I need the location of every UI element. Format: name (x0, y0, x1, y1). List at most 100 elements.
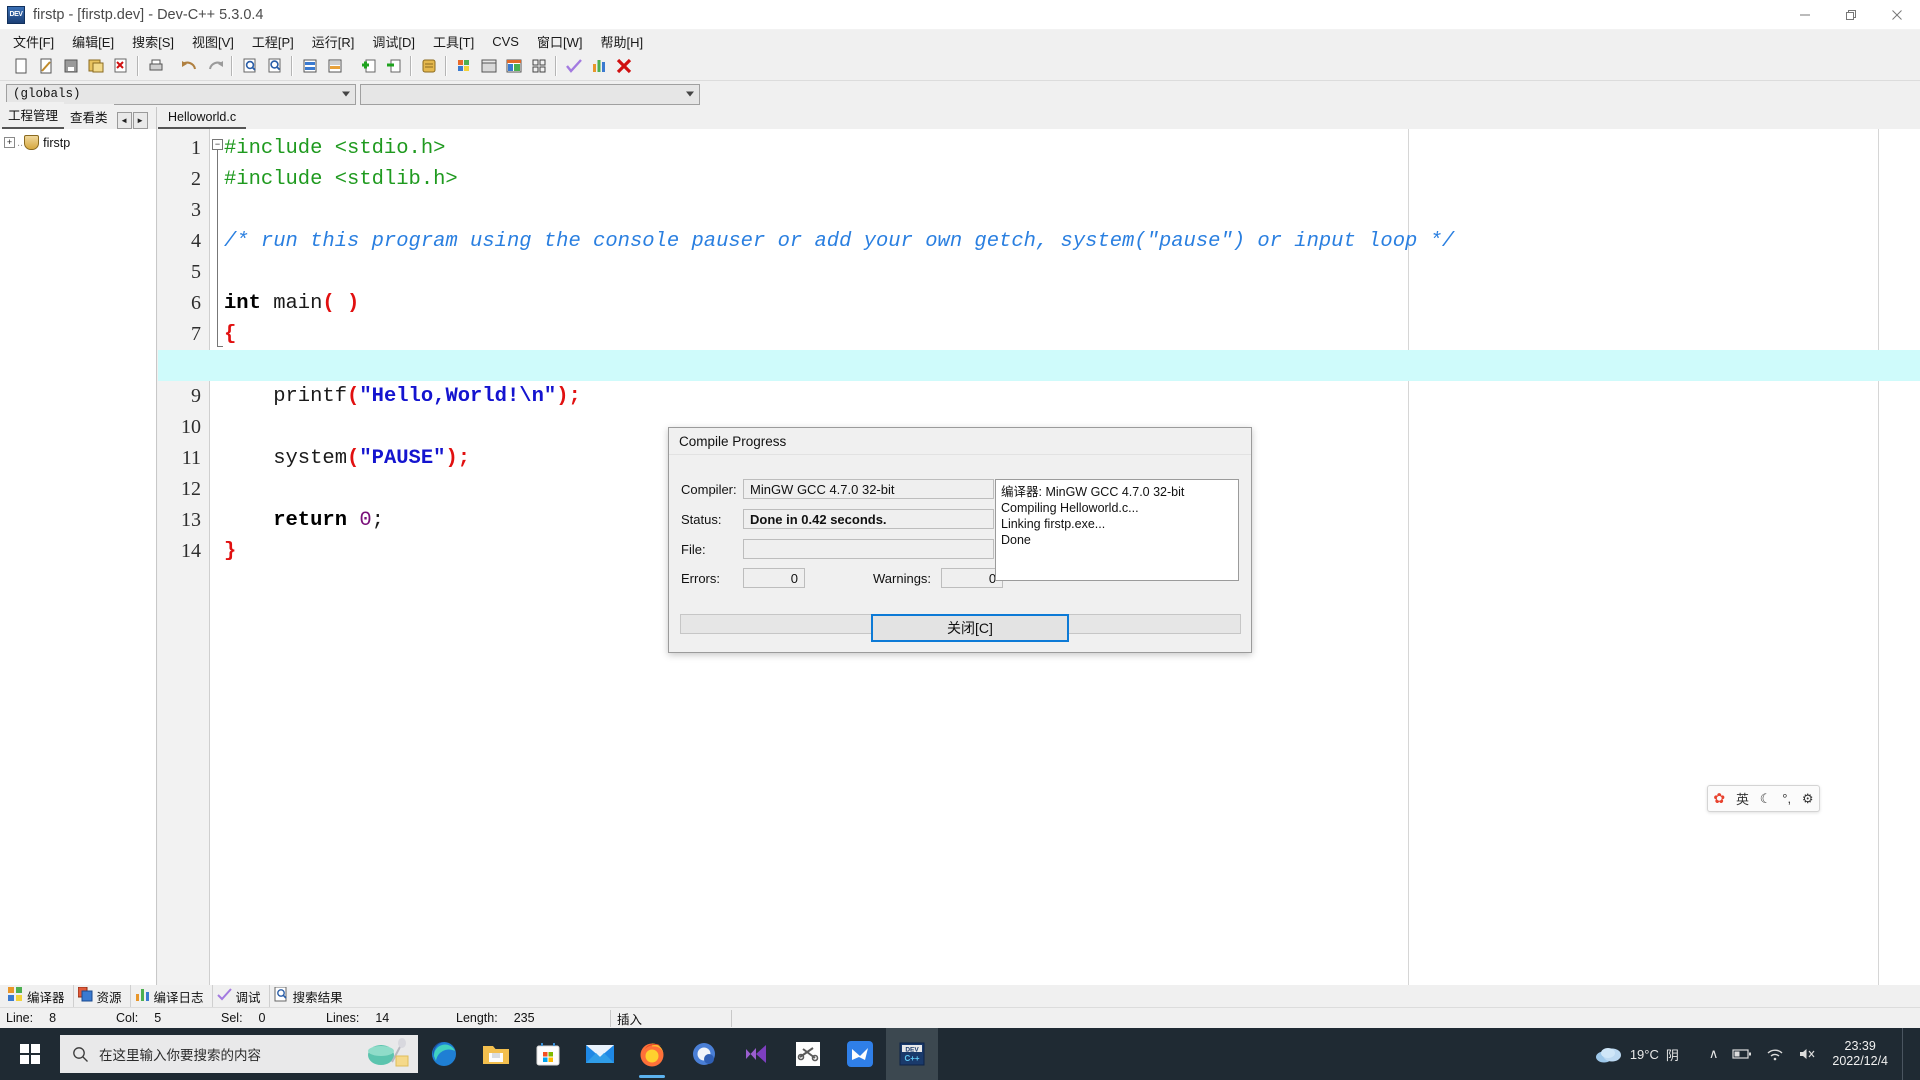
ime-settings-gear-icon[interactable]: ⚙ (1802, 791, 1814, 807)
code-line[interactable]: #include <stdlib.h> (224, 164, 458, 195)
taskbar-bird-icon[interactable] (834, 1028, 886, 1080)
dialog-close-button[interactable]: 关闭[C] (871, 614, 1069, 642)
bottom-tab-compile-log[interactable]: 编译日志 (131, 984, 213, 1008)
code-line[interactable]: system("PAUSE"); (224, 443, 470, 474)
bottom-tab-compiler[interactable]: 编译器 (4, 984, 74, 1008)
save-file-icon[interactable] (59, 55, 82, 78)
symbol-combo[interactable] (360, 83, 700, 105)
add-to-project-icon[interactable] (357, 55, 380, 78)
tab-class-browser[interactable]: 查看类 (64, 104, 114, 129)
undo-icon[interactable] (178, 55, 201, 78)
ime-floating-bar[interactable]: ✿ 英 ☾ °, ⚙ (1707, 785, 1820, 812)
code-folding-column[interactable]: − (210, 129, 224, 985)
code-line[interactable]: #include <stdio.h> (224, 133, 445, 164)
clock-date: 2022/12/4 (1832, 1054, 1888, 1068)
run-icon[interactable] (477, 55, 500, 78)
menu-run[interactable]: 运行[R] (303, 30, 364, 53)
start-button[interactable] (0, 1028, 60, 1080)
menu-help[interactable]: 帮助[H] (591, 30, 652, 53)
remove-from-project-icon[interactable] (382, 55, 405, 78)
project-options-icon[interactable] (417, 55, 440, 78)
code-line[interactable]: int main( ) (224, 288, 359, 319)
taskbar-mail-icon[interactable] (574, 1028, 626, 1080)
syntax-check-icon[interactable] (562, 55, 585, 78)
print-icon[interactable] (144, 55, 167, 78)
new-file-icon[interactable] (9, 55, 32, 78)
goto-line-icon[interactable] (298, 55, 321, 78)
menu-project[interactable]: 工程[P] (243, 30, 303, 53)
taskbar-cooking-icon[interactable] (366, 1038, 410, 1075)
save-all-icon[interactable] (84, 55, 107, 78)
status-col-label: Col: (116, 1011, 139, 1025)
wifi-icon[interactable] (1766, 1047, 1784, 1061)
code-line[interactable]: } (224, 536, 236, 567)
bottom-tab-search-results[interactable]: 搜索结果 (270, 985, 351, 1008)
desktop-root: DEV firstp - [firstp.dev] - Dev-C++ 5.3.… (0, 0, 1920, 1080)
redo-icon[interactable] (203, 55, 226, 78)
menu-cvs[interactable]: CVS (483, 32, 528, 51)
project-tree: + .. firstp (0, 129, 156, 985)
ime-punctuation-icon[interactable]: °, (1782, 791, 1791, 806)
taskbar-file-explorer-icon[interactable] (470, 1028, 522, 1080)
check-icon (216, 987, 232, 1005)
expand-node-button[interactable]: + (4, 137, 15, 148)
menu-file[interactable]: 文件[F] (4, 30, 63, 53)
editor-tab-helloworld-c[interactable]: Helloworld.c (158, 107, 247, 129)
taskbar-search-placeholder: 在这里输入你要搜索的内容 (99, 1048, 261, 1063)
menu-edit[interactable]: 编辑[E] (63, 30, 123, 53)
menu-window[interactable]: 窗口[W] (528, 30, 592, 53)
compile-icon[interactable] (452, 55, 475, 78)
open-file-icon[interactable] (34, 55, 57, 78)
menu-tools[interactable]: 工具[T] (424, 30, 483, 53)
volume-muted-icon[interactable] (1798, 1047, 1818, 1061)
minimize-button[interactable] (1782, 0, 1828, 30)
tab-project-manager[interactable]: 工程管理 (2, 102, 65, 129)
ime-moon-icon[interactable]: ☾ (1760, 791, 1772, 807)
delete-profile-icon[interactable] (612, 55, 635, 78)
tray-expand-chevron-icon[interactable]: ∧ (1709, 1046, 1719, 1062)
profile-icon[interactable] (587, 55, 610, 78)
status-col-value: 5 (154, 1011, 162, 1025)
taskbar-devcpp-icon[interactable]: DEV C++ (886, 1028, 938, 1080)
close-button[interactable] (1874, 0, 1920, 30)
bottom-tab-debug[interactable]: 调试 (213, 984, 270, 1008)
code-line[interactable]: { (224, 319, 236, 350)
code-line[interactable]: printf("Hello,World!\n"); (224, 381, 581, 412)
taskbar-vscode-icon[interactable] (730, 1028, 782, 1080)
status-insert-mode-value: 插入 (617, 1012, 643, 1027)
taskbar-tool-icon[interactable] (782, 1028, 834, 1080)
status-field: Done in 0.42 seconds. (743, 509, 994, 529)
taskbar-edge-icon[interactable] (418, 1028, 470, 1080)
tab-project-manager-label: 工程管理 (8, 109, 59, 123)
taskbar-search-box[interactable]: 在这里输入你要搜索的内容 (60, 1035, 418, 1073)
menu-view[interactable]: 视图[V] (183, 30, 243, 53)
find-icon[interactable] (238, 55, 261, 78)
baidu-paw-icon[interactable]: ✿ (1713, 790, 1725, 807)
code-line[interactable]: return 0; (224, 505, 384, 536)
menu-debug-label: 调试[D] (372, 34, 416, 50)
ime-language-mode[interactable]: 英 (1736, 789, 1749, 808)
project-tree-root[interactable]: + .. firstp (4, 135, 152, 150)
rebuild-all-icon[interactable] (527, 55, 550, 78)
maximize-restore-button[interactable] (1828, 0, 1874, 30)
close-file-icon[interactable] (109, 55, 132, 78)
bottom-tab-resources[interactable]: 资源 (74, 984, 131, 1008)
code-line[interactable]: /* run this program using the console pa… (224, 226, 1454, 257)
taskbar-firefox-icon[interactable] (626, 1028, 678, 1080)
compile-and-run-icon[interactable] (502, 55, 525, 78)
weather-widget[interactable]: 19°C 阴 (1595, 1044, 1679, 1064)
show-desktop-button[interactable] (1902, 1028, 1910, 1080)
grid-icon (8, 987, 23, 1005)
taskbar-clock[interactable]: 23:39 2022/12/4 (1832, 1039, 1888, 1069)
taskbar-microsoft-store-icon[interactable] (522, 1028, 574, 1080)
menu-debug[interactable]: 调试[D] (363, 30, 424, 53)
replace-icon[interactable] (263, 55, 286, 78)
tab-scroll-left-button[interactable]: ◄ (116, 112, 132, 129)
line-number: 10 (181, 416, 201, 438)
taskbar-cortana-icon[interactable] (678, 1028, 730, 1080)
tab-scroll-right-button[interactable]: ► (132, 112, 148, 129)
menu-search[interactable]: 搜索[S] (123, 30, 183, 53)
fold-toggle-icon[interactable]: − (212, 139, 223, 150)
toggle-bookmark-icon[interactable] (323, 55, 346, 78)
battery-icon[interactable] (1732, 1047, 1752, 1061)
